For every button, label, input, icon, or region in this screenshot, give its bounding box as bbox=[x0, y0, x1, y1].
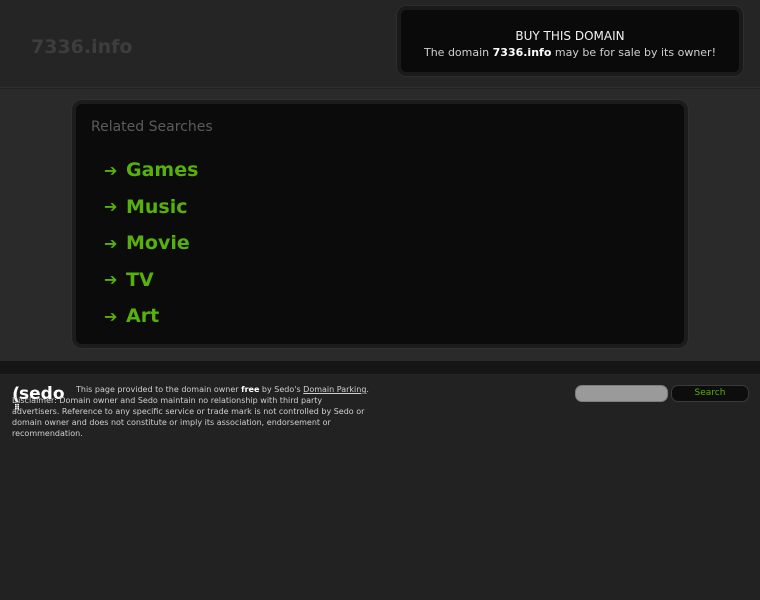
domain-parking-link[interactable]: Domain Parking bbox=[303, 385, 366, 394]
related-link-label[interactable]: TV bbox=[126, 269, 154, 291]
related-link-games[interactable]: ➔ Games bbox=[104, 152, 198, 189]
page-header: 7336.info BUY THIS DOMAIN The domain 733… bbox=[0, 0, 760, 88]
disclaimer-part2: by Sedo's bbox=[259, 385, 304, 394]
buy-domain-box[interactable]: BUY THIS DOMAIN The domain 7336.info may… bbox=[397, 6, 743, 76]
related-link-music[interactable]: ➔ Music bbox=[104, 189, 198, 226]
related-searches-heading: Related Searches bbox=[91, 119, 213, 135]
buy-text-after: may be for sale by its owner! bbox=[551, 46, 716, 59]
disclaimer-text: This page provided to the domain owner f… bbox=[12, 384, 372, 439]
related-link-art[interactable]: ➔ Art bbox=[104, 298, 198, 335]
arrow-right-icon: ➔ bbox=[104, 270, 118, 290]
buy-text-before: The domain bbox=[423, 46, 493, 59]
footer-separator bbox=[0, 361, 760, 374]
related-link-label[interactable]: Music bbox=[126, 196, 188, 218]
arrow-right-icon: ➔ bbox=[104, 306, 118, 326]
page-footer: ( sedo ⠿ This page provided to the domai… bbox=[0, 374, 760, 600]
disclaimer-part1: This page provided to the domain owner bbox=[76, 385, 242, 394]
related-searches-panel: Related Searches ➔ Games ➔ Music ➔ Movie… bbox=[72, 100, 688, 348]
related-link-label[interactable]: Movie bbox=[126, 232, 190, 254]
buy-domain-title[interactable]: BUY THIS DOMAIN bbox=[401, 29, 739, 43]
related-link-label[interactable]: Art bbox=[126, 305, 159, 327]
related-link-movie[interactable]: ➔ Movie bbox=[104, 225, 198, 262]
related-links-list: ➔ Games ➔ Music ➔ Movie ➔ TV ➔ Art bbox=[104, 152, 198, 335]
buy-domain-name: 7336.info bbox=[492, 46, 552, 59]
site-title: 7336.info bbox=[31, 36, 133, 58]
arrow-right-icon: ➔ bbox=[104, 160, 118, 180]
buy-domain-text: The domain 7336.info may be for sale by … bbox=[401, 46, 739, 59]
disclaimer-free: free bbox=[241, 385, 260, 394]
arrow-right-icon: ➔ bbox=[104, 197, 118, 217]
search-button[interactable]: Search bbox=[671, 385, 749, 402]
arrow-right-icon: ➔ bbox=[104, 233, 118, 253]
related-link-tv[interactable]: ➔ TV bbox=[104, 262, 198, 299]
search-input[interactable] bbox=[575, 385, 668, 402]
related-link-label[interactable]: Games bbox=[126, 159, 198, 181]
